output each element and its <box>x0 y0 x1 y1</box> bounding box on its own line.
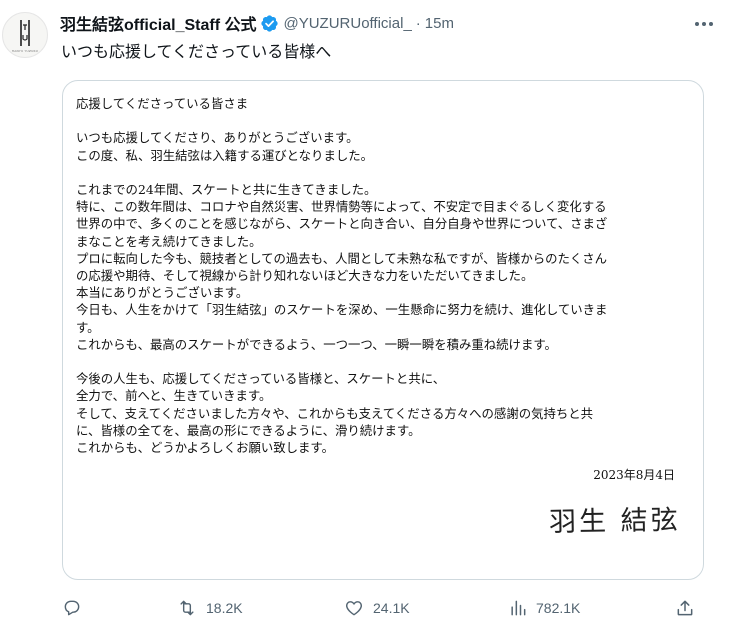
letter-blank-line <box>76 164 689 181</box>
letter-date: 2023年8月4日 <box>593 468 675 482</box>
action-bar: 18.2K 24.1K 782.1K <box>62 596 704 620</box>
letter-blank-line <box>76 112 689 129</box>
share-icon <box>677 600 693 616</box>
verified-badge-icon <box>260 14 279 33</box>
letter-line: まなことを考え続けてきました。 <box>76 233 262 249</box>
more-icon[interactable] <box>692 14 716 34</box>
signature: 羽生 結弦 <box>549 504 682 539</box>
letter-line: に、皆様の全てを、最高の形にできるように、滑り続けます。 <box>76 422 421 438</box>
avatar-logo-icon <box>20 19 30 46</box>
letter-body: 応援してくださっている皆さまいつも応援してくださり、ありがとうございます。 この度… <box>76 95 689 456</box>
letter-line: す。 <box>76 319 100 335</box>
avatar-caption: HANYU YUZURU <box>11 48 39 53</box>
letter-line: プロに転向した今も、競技者としての過去も、人間として未熟な私ですが、皆様からのた… <box>76 250 608 266</box>
like-count: 24.1K <box>373 600 410 616</box>
heart-icon <box>346 601 362 616</box>
share-button[interactable] <box>675 596 695 620</box>
letter-line: 特に、この数年間は、コロナや自然災害、世界情勢等によって、不安定で目まぐるしく変… <box>76 199 607 215</box>
letter-line: 今後の人生も、応援してくださっている皆様と、スケートと共に、 <box>76 371 446 387</box>
letter-line: の応援や期待、そして視線から計り知れないほど大きな力をいただいてきました。 <box>76 268 534 283</box>
letter-line: この度、私、羽生結弦は入籍する運びとなりました。 <box>76 147 374 163</box>
retweet-icon <box>180 600 194 616</box>
author-handle[interactable]: @YUZURUofficial_ <box>283 15 411 32</box>
letter-line: これからも、どうかよろしくお願い致します。 <box>76 440 334 456</box>
reply-button[interactable] <box>62 596 90 620</box>
letter-line: 全力で、前へと、生きていきます。 <box>76 388 272 404</box>
letter-line: 世界の中で、多くのことを感じながら、スケートと向き合い、自分自身や世界について、… <box>76 216 608 232</box>
views-button[interactable]: 782.1K <box>508 596 580 620</box>
tweet-image[interactable]: 応援してくださっている皆さまいつも応援してくださり、ありがとうございます。 この度… <box>62 80 704 580</box>
views-icon <box>511 600 526 616</box>
letter-blank-line <box>76 353 689 370</box>
retweet-count: 18.2K <box>206 600 243 616</box>
reply-icon <box>64 600 80 616</box>
letter-line: いつも応援してくださり、ありがとうございます。 <box>76 130 359 146</box>
display-name[interactable]: 羽生結弦official_Staff 公式 <box>60 11 256 35</box>
retweet-button[interactable]: 18.2K <box>176 596 243 620</box>
avatar[interactable]: HANYU YUZURU <box>2 12 48 58</box>
letter-line: これからも、最高のスケートができるよう、一つ一つ、一瞬一瞬を積み重ね続けます。 <box>76 336 557 352</box>
separator-dot: · <box>415 14 421 32</box>
like-button[interactable]: 24.1K <box>343 596 410 620</box>
tweet[interactable]: HANYU YUZURU 羽生結弦official_Staff 公式 @YUZU… <box>0 0 734 633</box>
letter-line: 応援してくださっている皆さま <box>76 96 249 111</box>
letter-line: これまでの24年間、スケートと共に生きてきました。 <box>76 181 377 197</box>
tweet-header: 羽生結弦official_Staff 公式 @YUZURUofficial_ ·… <box>60 11 694 35</box>
letter-line: そして、支えてくださいました方々や、これからも支えてくださる方々への感謝の気持ち… <box>76 405 594 421</box>
letter-line: 本当にありがとうございます。 <box>76 285 249 301</box>
tweet-timestamp[interactable]: 15m <box>425 15 454 32</box>
views-count: 782.1K <box>536 600 581 616</box>
letter-line: 今日も、人生をかけて「羽生結弦」のスケートを深め、一生懸命に努力を続け、進化して… <box>76 302 608 318</box>
tweet-text: いつも応援してくださっている皆様へ <box>61 42 332 61</box>
